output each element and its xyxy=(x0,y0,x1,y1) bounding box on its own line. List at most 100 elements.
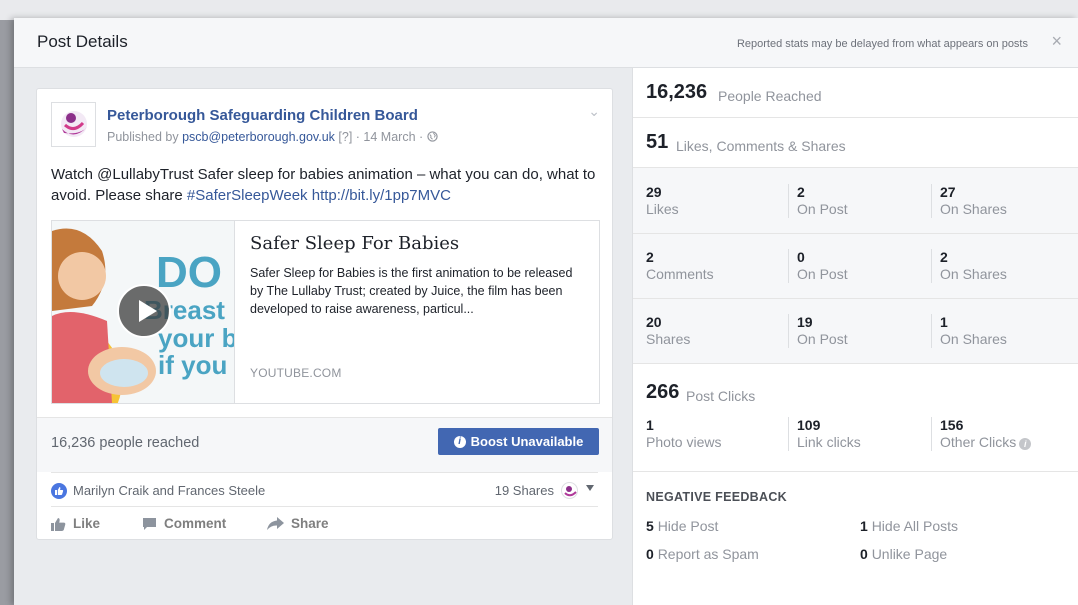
link-clicks-value: 109 xyxy=(797,417,821,433)
people-reached-label: People Reached xyxy=(718,88,822,104)
likes-total-label: Likes xyxy=(646,201,679,217)
publisher-link[interactable]: pscb@peterborough.gov.uk xyxy=(182,130,335,144)
globe-icon xyxy=(426,131,438,142)
link-preview-card[interactable]: DO Breast your ba if you c Safer Sleep F… xyxy=(51,220,600,404)
post-card: Peterborough Safeguarding Children Board… xyxy=(36,88,613,540)
short-url-link[interactable]: http://bit.ly/1pp7MVC xyxy=(312,187,451,204)
post-clicks-block: 266 Post Clicks 1 Photo views 109 Link c… xyxy=(633,368,1078,472)
shares-cell: 20 Shares xyxy=(646,314,786,348)
likes-on-shares: 27 xyxy=(940,184,956,200)
people-reached-value: 16,236 xyxy=(646,81,708,103)
reactions-bar: Marilyn Craik and Frances Steele 19 Shar… xyxy=(51,472,598,506)
spam-value: 0 xyxy=(646,546,654,562)
engagement-value: 51 xyxy=(646,131,669,153)
comments-on-shares-cell: 2 On Shares xyxy=(931,249,1071,283)
reach-bar: 16,236 people reached i Boost Unavailabl… xyxy=(37,417,612,472)
page-avatar-mini[interactable] xyxy=(561,482,578,499)
post-clicks-value: 266 xyxy=(646,381,680,403)
preview-domain: YOUTUBE.COM xyxy=(250,366,342,380)
comments-on-post-cell: 0 On Post xyxy=(788,249,928,283)
likes-on-shares-cell: 27 On Shares xyxy=(931,184,1071,218)
reaction-names-link[interactable]: Marilyn Craik and Frances Steele xyxy=(73,483,265,498)
shares-on-post-label: On Post xyxy=(797,331,848,347)
like-reaction-icon xyxy=(51,483,67,499)
hide-all-value: 1 xyxy=(860,518,868,534)
comments-on-post: 0 xyxy=(797,249,805,265)
photo-views-label: Photo views xyxy=(646,434,722,450)
info-icon[interactable]: i xyxy=(1019,438,1032,450)
video-thumbnail[interactable]: DO Breast your ba if you c xyxy=(52,221,235,403)
likes-total: 29 xyxy=(646,184,662,200)
post-actions: Like Comment Share xyxy=(51,506,598,540)
likes-cell: 29 Likes xyxy=(646,184,786,218)
like-button[interactable]: Like xyxy=(51,516,100,531)
caret-down-icon[interactable] xyxy=(586,485,594,491)
link-clicks-cell: 109 Link clicks xyxy=(788,417,928,451)
shares-total-label: Shares xyxy=(646,331,691,347)
likes-on-post: 2 xyxy=(797,184,805,200)
hide-post-stat: 5 Hide Post xyxy=(646,518,718,534)
thumbs-up-icon xyxy=(51,517,66,531)
page-name-link[interactable]: Peterborough Safeguarding Children Board xyxy=(107,107,418,124)
post-message: Watch @LullabyTrust Safer sleep for babi… xyxy=(51,164,601,206)
photo-views-value: 1 xyxy=(646,417,654,433)
likes-on-post-label: On Post xyxy=(797,201,848,217)
spam-label: Report as Spam xyxy=(657,546,759,562)
share-label: Share xyxy=(291,516,329,531)
boost-label: Boost Unavailable xyxy=(470,434,584,449)
unlike-value: 0 xyxy=(860,546,868,562)
help-marker[interactable]: [?] xyxy=(338,130,352,144)
share-arrow-icon xyxy=(267,517,284,530)
comment-button[interactable]: Comment xyxy=(142,516,226,531)
link-clicks-label: Link clicks xyxy=(797,434,861,450)
delay-note: Reported stats may be delayed from what … xyxy=(736,38,1028,50)
comment-icon xyxy=(143,517,156,530)
info-icon: i xyxy=(453,435,466,448)
likes-on-post-cell: 2 On Post xyxy=(788,184,928,218)
shares-on-post: 19 xyxy=(797,314,813,330)
engagement-breakdown: 29 Likes 2 On Post 27 On Shares 2 Commen… xyxy=(633,168,1078,364)
play-icon[interactable] xyxy=(117,284,171,338)
comment-label: Comment xyxy=(164,516,227,531)
boost-unavailable-button[interactable]: i Boost Unavailable xyxy=(438,428,599,455)
unlike-page-stat: 0 Unlike Page xyxy=(860,546,947,562)
background-page-strip xyxy=(0,0,1078,20)
thumb-word-your: your ba xyxy=(158,323,235,353)
post-clicks-label: Post Clicks xyxy=(686,388,756,404)
page-avatar[interactable] xyxy=(51,102,96,147)
likes-on-shares-label: On Shares xyxy=(940,201,1007,217)
thumb-word-do: DO xyxy=(156,248,222,297)
engagement-row: 51 Likes, Comments & Shares xyxy=(633,118,1078,168)
comments-on-shares: 2 xyxy=(940,249,948,265)
chevron-down-icon[interactable]: ⌄ xyxy=(588,103,600,120)
thumb-word-ifyou: if you c xyxy=(158,350,235,380)
shares-on-post-cell: 19 On Post xyxy=(788,314,928,348)
engagement-label: Likes, Comments & Shares xyxy=(676,138,846,154)
preview-title[interactable]: Safer Sleep For Babies xyxy=(250,233,459,254)
report-spam-stat: 0 Report as Spam xyxy=(646,546,759,562)
preview-description: Safer Sleep for Babies is the first anim… xyxy=(250,266,573,316)
pscb-logo-icon xyxy=(61,111,87,137)
grid-divider xyxy=(633,298,1078,299)
dialog-title: Post Details xyxy=(37,32,128,51)
hide-post-label: Hide Post xyxy=(657,518,719,534)
close-icon[interactable]: × xyxy=(1051,32,1062,50)
grid-divider xyxy=(633,233,1078,234)
photo-views-cell: 1 Photo views xyxy=(646,417,786,451)
hide-post-value: 5 xyxy=(646,518,654,534)
dialog-header: Post Details Reported stats may be delay… xyxy=(14,18,1078,68)
other-clicks-label: Other Clicks xyxy=(940,434,1017,450)
hide-all-label: Hide All Posts xyxy=(871,518,959,534)
people-reached-text: 16,236 people reached xyxy=(51,435,200,451)
shares-on-shares-label: On Shares xyxy=(940,331,1007,347)
share-button[interactable]: Share xyxy=(267,516,329,531)
shares-count-link[interactable]: 19 Shares xyxy=(495,483,554,498)
post-date[interactable]: · 14 March · xyxy=(356,130,423,144)
shares-on-shares: 1 xyxy=(940,314,948,330)
hashtag-link[interactable]: #SaferSleepWeek xyxy=(187,187,308,204)
insights-panel: 16,236 People Reached 51 Likes, Comments… xyxy=(632,68,1078,605)
other-clicks-cell: 156 Other Clicks i xyxy=(931,417,1071,451)
comments-total: 2 xyxy=(646,249,654,265)
published-line: Published by pscb@peterborough.gov.uk [?… xyxy=(107,130,438,144)
post-details-dialog: Post Details Reported stats may be delay… xyxy=(14,18,1078,605)
